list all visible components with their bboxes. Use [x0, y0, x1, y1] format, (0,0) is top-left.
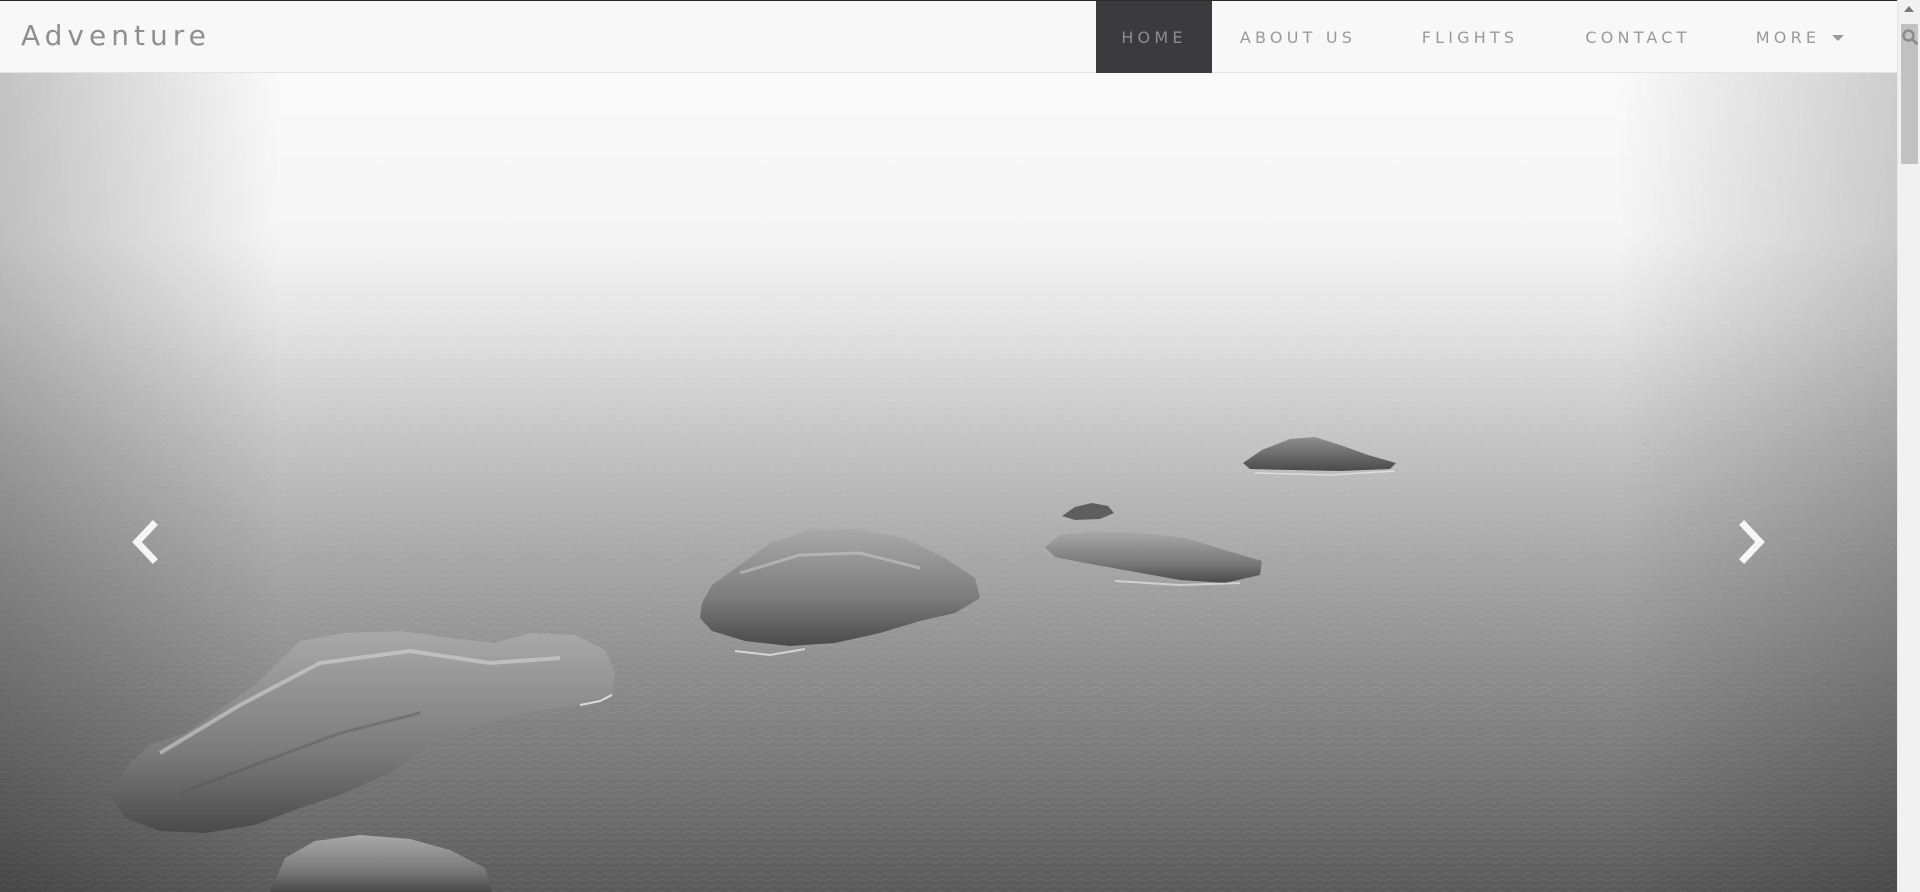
chevron-left-icon — [132, 520, 158, 564]
vertical-scrollbar[interactable] — [1897, 0, 1920, 892]
carousel-slide-image — [0, 73, 1897, 892]
nav-menu: HOME ABOUT US FLIGHTS CONTACT MORE — [1096, 1, 1920, 73]
nav-item-label: MORE — [1755, 27, 1821, 47]
caret-down-icon — [1832, 35, 1845, 41]
chevron-right-icon — [1739, 520, 1765, 564]
search-button[interactable] — [1880, 1, 1920, 73]
nav-item-label: CONTACT — [1585, 27, 1691, 47]
search-icon — [1902, 29, 1918, 45]
carousel-next-button[interactable] — [1724, 515, 1778, 569]
nav-item-contact[interactable]: CONTACT — [1556, 1, 1720, 73]
nav-item-label: ABOUT US — [1239, 27, 1357, 47]
top-navbar: Adventure HOME ABOUT US FLIGHTS CONTACT … — [0, 0, 1918, 73]
nav-item-more-dropdown[interactable]: MORE — [1720, 1, 1880, 73]
nav-item-flights[interactable]: FLIGHTS — [1384, 1, 1556, 73]
carousel-prev-button[interactable] — [119, 515, 173, 569]
page: Adventure HOME ABOUT US FLIGHTS CONTACT … — [0, 0, 1920, 892]
brand-logo[interactable]: Adventure — [21, 19, 211, 52]
nav-item-label: HOME — [1121, 27, 1187, 47]
nav-item-home[interactable]: HOME — [1096, 1, 1212, 73]
nav-item-label: FLIGHTS — [1421, 27, 1519, 47]
nav-item-about-us[interactable]: ABOUT US — [1212, 1, 1384, 73]
hero-carousel — [0, 73, 1897, 892]
